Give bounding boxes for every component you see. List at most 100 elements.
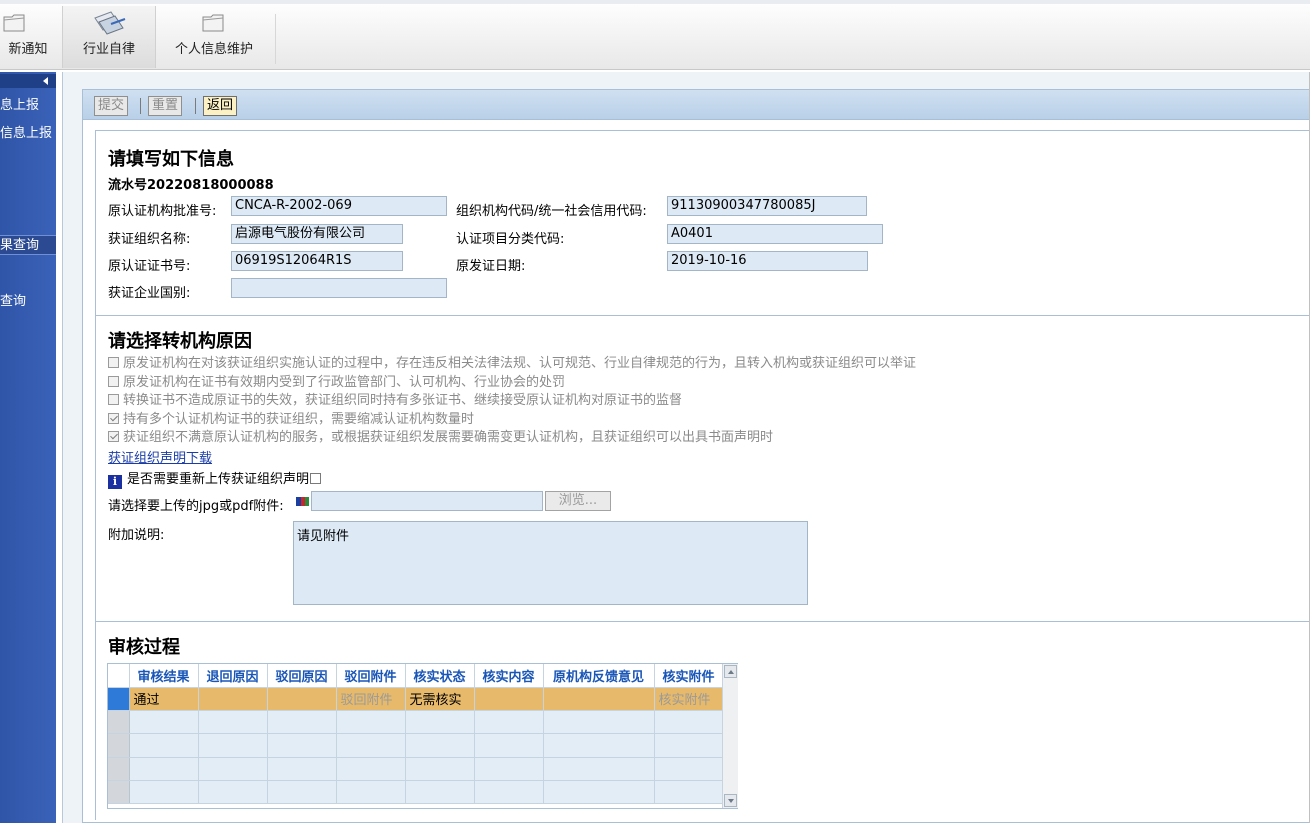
submit-button[interactable]: 提交 — [94, 96, 129, 116]
main-frame: 提交 重置 返回 请填写如下信息 流水号20220818000088 原认证机构… — [62, 72, 1310, 823]
section-divider — [96, 621, 1310, 622]
column-header[interactable]: 原机构反馈意见 — [543, 664, 655, 688]
country-field[interactable] — [231, 278, 447, 298]
column-header[interactable]: 驳回附件 — [336, 664, 406, 688]
declaration-download-link[interactable]: 获证组织声明下载 — [108, 447, 212, 466]
sidebar-item-info-report[interactable]: 信息上报 — [0, 124, 56, 144]
checkbox[interactable] — [108, 376, 119, 387]
toolbar-strip — [0, 0, 1310, 4]
folder-icon — [202, 14, 224, 32]
table-row[interactable]: 通过 驳回附件 无需核实 核实附件 — [108, 687, 724, 712]
table-scrollbar[interactable] — [722, 664, 738, 808]
form-panel: 请填写如下信息 流水号20220818000088 原认证机构批准号: CNCA… — [95, 130, 1310, 820]
reset-button[interactable]: 重置 — [148, 96, 183, 116]
row-selector — [108, 780, 130, 805]
table-cell — [405, 733, 475, 758]
column-header[interactable]: 核实附件 — [654, 664, 724, 688]
sidebar-item-result-query[interactable]: 果查询 — [0, 235, 56, 255]
toolbar-item-personal-info[interactable]: 个人信息维护 — [166, 6, 262, 68]
sidebar-item-query[interactable]: 查询 — [0, 292, 56, 312]
upload-label: 请选择要上传的jpg或pdf附件: — [108, 499, 284, 514]
orig-approval-no-field[interactable]: CNCA-R-2002-069 — [231, 196, 447, 216]
reason-option-4[interactable]: 持有多个认证机构证书的获证组织，需要缩减认证机构数量时 — [108, 408, 474, 427]
reasons-title: 请选择转机构原因 — [108, 331, 252, 352]
table-row-empty — [108, 780, 724, 805]
reason-option-3[interactable]: 转换证书不造成原证书的失效，获证组织同时持有多张证书、继续接受原认证机构对原证书… — [108, 389, 682, 408]
table-cell — [129, 757, 199, 781]
row-header-corner — [108, 664, 130, 688]
org-name-label: 获证组织名称: — [108, 232, 191, 247]
table-cell: 无需核实 — [405, 687, 475, 712]
table-cell — [198, 757, 268, 781]
info-icon: i — [108, 475, 122, 489]
toolbar-item-notice[interactable]: 新通知 — [0, 6, 56, 68]
table-cell — [654, 733, 724, 758]
collapse-arrow-icon — [43, 77, 48, 85]
column-header[interactable]: 退回原因 — [198, 664, 268, 688]
scroll-down-icon[interactable] — [724, 794, 737, 807]
browse-button[interactable]: 浏览... — [545, 491, 611, 511]
table-cell — [336, 780, 406, 805]
reason-option-5[interactable]: 获证组织不满意原认证机构的服务，或根据获证组织发展需要确需变更认证机构，且获证组… — [108, 426, 773, 445]
category-code-label: 认证项目分类代码: — [456, 232, 565, 247]
action-divider — [140, 98, 141, 114]
reject-attachment-link[interactable]: 驳回附件 — [336, 687, 406, 712]
row-selector — [108, 710, 130, 735]
table-cell — [543, 687, 655, 712]
checkbox-checked[interactable] — [108, 431, 119, 442]
column-header[interactable]: 驳回原因 — [267, 664, 337, 688]
table-cell — [129, 780, 199, 805]
sidebar-item-report[interactable]: 息上报 — [0, 96, 56, 116]
column-header[interactable]: 核实状态 — [405, 664, 475, 688]
toolbar-item-label: 行业自律 — [82, 42, 135, 57]
cert-no-label: 原认证证书号: — [108, 259, 191, 274]
reason-text: 持有多个认证机构证书的获证组织，需要缩减认证机构数量时 — [123, 412, 475, 427]
upload-file-field[interactable] — [311, 491, 543, 511]
org-name-field[interactable]: 启源电气股份有限公司 — [231, 224, 403, 244]
category-code-field[interactable]: A0401 — [667, 224, 883, 244]
note-textarea[interactable]: 请见附件 — [293, 521, 808, 605]
table-cell: 通过 — [129, 687, 199, 712]
reason-text: 原发证机构在对该获证组织实施认证的过程中，存在违反相关法律法规、认可规范、行业自… — [123, 356, 917, 371]
table-cell — [267, 710, 337, 735]
row-selector — [108, 733, 130, 758]
checkbox-checked[interactable] — [108, 413, 119, 424]
reason-text: 转换证书不造成原证书的失效，获证组织同时持有多张证书、继续接受原认证机构对原证书… — [123, 393, 683, 408]
sidebar-collapse-button[interactable] — [0, 74, 56, 88]
review-title: 审核过程 — [108, 637, 180, 658]
checkbox[interactable] — [108, 394, 119, 405]
org-code-field[interactable]: 91130900347780085J — [667, 196, 867, 216]
toolbar-item-label: 个人信息维护 — [174, 42, 253, 57]
verify-attachment-link[interactable]: 核实附件 — [654, 687, 724, 712]
table-cell — [654, 710, 724, 735]
reason-option-1[interactable]: 原发证机构在对该获证组织实施认证的过程中，存在违反相关法律法规、认可规范、行业自… — [108, 352, 916, 371]
issue-date-field[interactable]: 2019-10-16 — [667, 251, 868, 271]
flag-icon — [296, 497, 309, 506]
reupload-row: i 是否需要重新上传获证组织声明 — [108, 468, 322, 489]
table-header-row: 审核结果 退回原因 驳回原因 驳回附件 核实状态 核实内容 原机构反馈意见 核实… — [108, 664, 724, 688]
table-cell — [543, 780, 655, 805]
form-title: 请填写如下信息 — [108, 149, 234, 170]
table-row-empty — [108, 757, 724, 781]
table-cell — [654, 780, 724, 805]
scroll-up-icon[interactable] — [724, 665, 737, 678]
table-cell — [336, 757, 406, 781]
toolbar-item-self-discipline[interactable]: 行业自律 — [62, 6, 156, 68]
table-cell — [405, 710, 475, 735]
table-cell — [267, 733, 337, 758]
row-selector[interactable] — [108, 687, 130, 712]
back-button[interactable]: 返回 — [203, 96, 238, 116]
table-cell — [198, 687, 268, 712]
papers-icon — [94, 11, 126, 35]
org-code-label: 组织机构代码/统一社会信用代码: — [456, 204, 647, 219]
reupload-checkbox[interactable] — [310, 473, 322, 484]
column-header[interactable]: 审核结果 — [129, 664, 199, 688]
column-header[interactable]: 核实内容 — [474, 664, 544, 688]
table-cell — [474, 757, 544, 781]
checkbox[interactable] — [108, 357, 119, 368]
table-cell — [198, 733, 268, 758]
table-cell — [405, 780, 475, 805]
table-cell — [336, 733, 406, 758]
cert-no-field[interactable]: 06919S12064R1S — [231, 251, 403, 271]
reason-option-2[interactable]: 原发证机构在证书有效期内受到了行政监管部门、认可机构、行业协会的处罚 — [108, 371, 565, 390]
